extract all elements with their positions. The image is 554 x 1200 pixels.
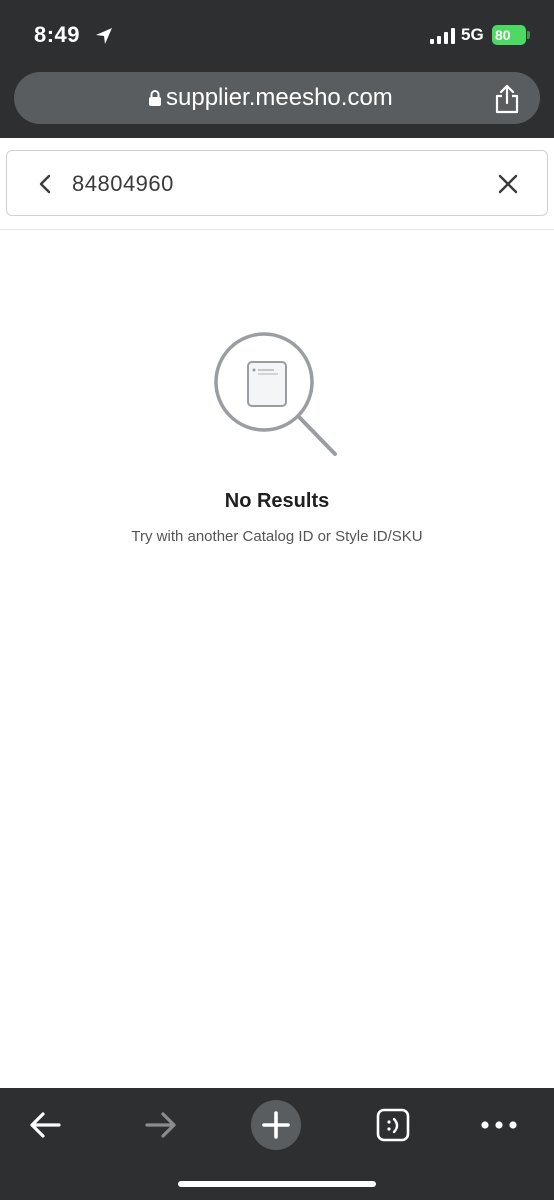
arrow-right-icon bbox=[145, 1112, 176, 1138]
browser-top-chrome: 8:49 5G 80 supplier.meesho.com bbox=[0, 0, 554, 138]
new-tab-button[interactable] bbox=[250, 1100, 302, 1150]
tabs-icon bbox=[376, 1108, 410, 1142]
plus-icon bbox=[251, 1100, 301, 1150]
home-indicator bbox=[178, 1181, 376, 1187]
signal-bars-icon bbox=[430, 28, 455, 44]
close-icon[interactable] bbox=[497, 173, 519, 195]
nav-forward-button[interactable] bbox=[136, 1100, 186, 1150]
tabs-button[interactable] bbox=[368, 1100, 418, 1150]
chevron-left-icon[interactable] bbox=[37, 174, 53, 194]
nav-back-button[interactable] bbox=[20, 1100, 70, 1150]
more-button[interactable] bbox=[474, 1100, 524, 1150]
more-dots-icon bbox=[481, 1121, 517, 1129]
search-input[interactable]: 84804960 bbox=[72, 171, 174, 197]
arrow-left-icon bbox=[30, 1112, 61, 1138]
status-bar: 8:49 5G 80 bbox=[0, 0, 554, 66]
status-time: 8:49 bbox=[34, 22, 81, 47]
header-divider bbox=[0, 229, 554, 230]
empty-state-subtitle: Try with another Catalog ID or Style ID/… bbox=[131, 528, 423, 545]
battery-indicator: 80 bbox=[492, 25, 526, 45]
battery-level: 80 bbox=[495, 27, 511, 43]
share-icon[interactable] bbox=[494, 84, 520, 114]
empty-state-title: No Results bbox=[224, 490, 330, 512]
url-text[interactable]: supplier.meesho.com bbox=[166, 84, 393, 112]
location-arrow-icon bbox=[96, 28, 112, 44]
magnifier-document-icon bbox=[214, 332, 337, 456]
network-type: 5G bbox=[461, 25, 484, 44]
lock-icon bbox=[149, 90, 161, 106]
url-bar[interactable]: supplier.meesho.com bbox=[14, 72, 540, 124]
battery-cap bbox=[527, 31, 530, 39]
search-field[interactable]: 84804960 bbox=[6, 150, 548, 216]
